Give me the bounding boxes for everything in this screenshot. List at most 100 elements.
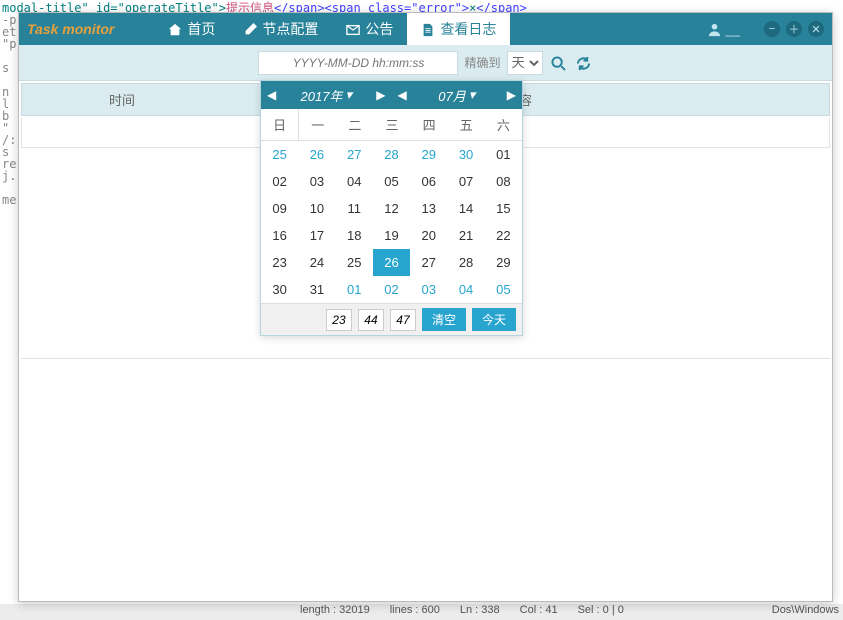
day-cell[interactable]: 15 — [485, 195, 522, 222]
weekday-cell: 五 — [448, 109, 485, 140]
day-cell[interactable]: 27 — [336, 141, 373, 168]
day-cell[interactable]: 30 — [261, 276, 298, 303]
nav-logs-label: 查看日志 — [440, 19, 496, 39]
nav: 首页 节点配置 公告 查看日志 — [154, 13, 510, 45]
month-next-button[interactable]: ▶ — [507, 88, 516, 102]
day-cell[interactable]: 04 — [447, 276, 484, 303]
day-cell[interactable]: 04 — [336, 168, 373, 195]
day-cell[interactable]: 28 — [447, 249, 484, 276]
day-cell[interactable]: 29 — [410, 141, 447, 168]
app-title: Task monitor — [27, 21, 114, 37]
calendar-header: ◀ 2017年▾ ▶ ◀ 07月▾ ▶ — [261, 81, 522, 109]
minute-input[interactable] — [358, 309, 384, 331]
weekday-cell: 一 — [299, 109, 336, 140]
second-input[interactable] — [390, 309, 416, 331]
day-cell[interactable]: 01 — [336, 276, 373, 303]
user-icon — [707, 21, 722, 37]
home-icon — [168, 21, 182, 37]
day-cell[interactable]: 20 — [410, 222, 447, 249]
day-cell[interactable]: 28 — [373, 141, 410, 168]
day-cell[interactable]: 08 — [485, 168, 522, 195]
title-bar: Task monitor 首页 节点配置 公告 查看日志 __ — [19, 13, 832, 45]
day-cell[interactable]: 18 — [336, 222, 373, 249]
status-length: length : 32019 — [300, 604, 370, 620]
column-time: 时间 — [22, 84, 222, 115]
day-cell[interactable]: 09 — [261, 195, 298, 222]
weekday-cell: 日 — [261, 109, 299, 140]
maximize-button[interactable]: ＋ — [786, 21, 802, 37]
day-cell[interactable]: 29 — [485, 249, 522, 276]
nav-notice[interactable]: 公告 — [332, 13, 407, 45]
day-cell[interactable]: 19 — [373, 222, 410, 249]
pencil-icon — [243, 21, 257, 37]
weekday-cell: 二 — [336, 109, 373, 140]
caret-down-icon: ▾ — [345, 87, 352, 103]
day-cell[interactable]: 31 — [298, 276, 335, 303]
day-cell[interactable]: 27 — [410, 249, 447, 276]
day-cell[interactable]: 13 — [410, 195, 447, 222]
day-cell[interactable]: 14 — [447, 195, 484, 222]
day-cell[interactable]: 23 — [261, 249, 298, 276]
day-cell[interactable]: 16 — [261, 222, 298, 249]
day-cell[interactable]: 01 — [485, 141, 522, 168]
calendar-footer: 清空 今天 — [261, 303, 522, 335]
status-encoding: Dos\Windows — [772, 604, 843, 620]
envelope-icon — [346, 21, 360, 37]
nav-config[interactable]: 节点配置 — [229, 13, 332, 45]
nav-home[interactable]: 首页 — [154, 13, 229, 45]
day-cell[interactable]: 02 — [261, 168, 298, 195]
day-cell[interactable]: 21 — [447, 222, 484, 249]
day-cell[interactable]: 03 — [298, 168, 335, 195]
weekday-cell: 四 — [411, 109, 448, 140]
nav-home-label: 首页 — [187, 19, 215, 39]
user-menu[interactable]: __ — [707, 21, 740, 37]
status-lines: lines : 600 — [390, 604, 440, 620]
calendar-grid: 2526272829300102030405060708091011121314… — [261, 141, 522, 303]
today-button[interactable]: 今天 — [472, 308, 516, 331]
day-cell[interactable]: 25 — [261, 141, 298, 168]
day-cell[interactable]: 11 — [336, 195, 373, 222]
chevron-down-icon: __ — [726, 22, 740, 37]
month-label[interactable]: 07月▾ — [438, 86, 475, 105]
footer-panel — [21, 358, 830, 601]
nav-logs[interactable]: 查看日志 — [407, 13, 510, 45]
precision-select[interactable]: 天 — [507, 51, 543, 75]
clear-button[interactable]: 清空 — [422, 308, 466, 331]
year-prev-button[interactable]: ◀ — [267, 88, 276, 102]
precision-label: 精确到 — [464, 54, 500, 71]
document-icon — [421, 21, 435, 37]
window-controls: __ − ＋ ✕ — [707, 21, 824, 37]
toolbar: 精确到 天 — [19, 45, 832, 81]
day-cell[interactable]: 22 — [485, 222, 522, 249]
weekday-cell: 三 — [373, 109, 410, 140]
day-cell[interactable]: 24 — [298, 249, 335, 276]
status-sel: Sel : 0 | 0 — [578, 604, 624, 620]
nav-config-label: 节点配置 — [262, 19, 318, 39]
hour-input[interactable] — [326, 309, 352, 331]
close-button[interactable]: ✕ — [808, 21, 824, 37]
minimize-button[interactable]: − — [764, 21, 780, 37]
nav-notice-label: 公告 — [365, 19, 393, 39]
day-cell[interactable]: 06 — [410, 168, 447, 195]
year-label[interactable]: 2017年▾ — [301, 86, 352, 105]
caret-down-icon: ▾ — [469, 87, 476, 103]
day-cell[interactable]: 12 — [373, 195, 410, 222]
month-prev-button[interactable]: ◀ — [398, 88, 407, 102]
day-cell[interactable]: 10 — [298, 195, 335, 222]
day-cell[interactable]: 07 — [447, 168, 484, 195]
day-cell[interactable]: 25 — [336, 249, 373, 276]
day-cell[interactable]: 26 — [373, 249, 410, 276]
day-cell[interactable]: 17 — [298, 222, 335, 249]
day-cell[interactable]: 30 — [447, 141, 484, 168]
search-button[interactable] — [549, 54, 568, 71]
day-cell[interactable]: 05 — [485, 276, 522, 303]
day-cell[interactable]: 26 — [298, 141, 335, 168]
day-cell[interactable]: 02 — [373, 276, 410, 303]
year-next-button[interactable]: ▶ — [376, 88, 385, 102]
day-cell[interactable]: 05 — [373, 168, 410, 195]
refresh-button[interactable] — [574, 54, 593, 71]
datetime-input[interactable] — [258, 51, 458, 75]
day-cell[interactable]: 03 — [410, 276, 447, 303]
calendar-weekdays: 日一二三四五六 — [261, 109, 522, 141]
status-ln: Ln : 338 — [460, 604, 500, 620]
